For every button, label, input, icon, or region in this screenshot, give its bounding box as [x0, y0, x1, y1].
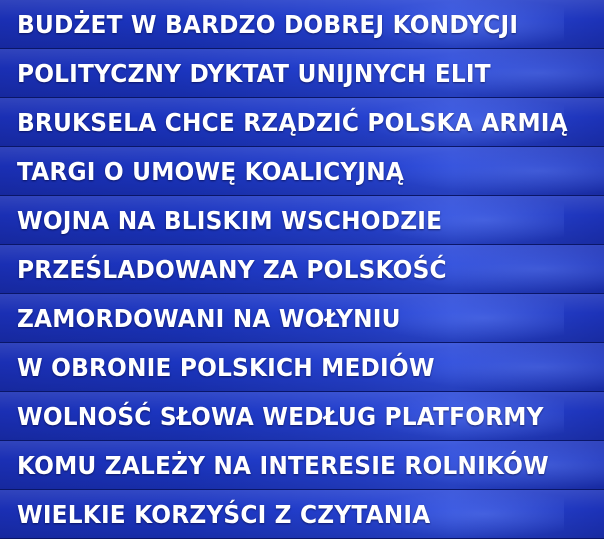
headline-text: POLITYCZNY DYKTAT UNIJNYCH ELIT: [17, 58, 491, 88]
headline-banner: PRZEŚLADOWANY ZA POLSKOŚĆ: [0, 245, 604, 294]
headline-banner: KOMU ZALEŻY NA INTERESIE ROLNIKÓW: [0, 441, 604, 490]
headline-banner: WOLNOŚĆ SŁOWA WEDŁUG PLATFORMY: [0, 392, 604, 441]
headline-banner: BRUKSELA CHCE RZĄDZIĆ POLSKA ARMIĄ: [0, 98, 604, 147]
headline-banner: WIELKIE KORZYŚCI Z CZYTANIA: [0, 490, 604, 539]
headline-banner: W OBRONIE POLSKICH MEDIÓW: [0, 343, 604, 392]
headline-banner: WOJNA NA BLISKIM WSCHODZIE: [0, 196, 604, 245]
headline-text: ZAMORDOWANI NA WOŁYNIU: [17, 303, 401, 333]
headline-text: BRUKSELA CHCE RZĄDZIĆ POLSKA ARMIĄ: [17, 107, 568, 137]
headline-text: WIELKIE KORZYŚCI Z CZYTANIA: [17, 499, 431, 529]
headline-text: BUDŻET W BARDZO DOBREJ KONDYCJI: [17, 9, 519, 39]
headline-text: PRZEŚLADOWANY ZA POLSKOŚĆ: [17, 254, 447, 284]
headline-banner: POLITYCZNY DYKTAT UNIJNYCH ELIT: [0, 49, 604, 98]
headline-banner-stack: BUDŻET W BARDZO DOBREJ KONDYCJI POLITYCZ…: [0, 0, 604, 539]
headline-text: WOJNA NA BLISKIM WSCHODZIE: [17, 205, 443, 235]
headline-banner: BUDŻET W BARDZO DOBREJ KONDYCJI: [0, 0, 604, 49]
headline-text: W OBRONIE POLSKICH MEDIÓW: [17, 352, 435, 382]
headline-banner: TARGI O UMOWĘ KOALICYJNĄ: [0, 147, 604, 196]
headline-text: TARGI O UMOWĘ KOALICYJNĄ: [17, 156, 405, 186]
headline-text: WOLNOŚĆ SŁOWA WEDŁUG PLATFORMY: [17, 401, 544, 431]
headline-banner: ZAMORDOWANI NA WOŁYNIU: [0, 294, 604, 343]
headline-text: KOMU ZALEŻY NA INTERESIE ROLNIKÓW: [17, 450, 549, 480]
